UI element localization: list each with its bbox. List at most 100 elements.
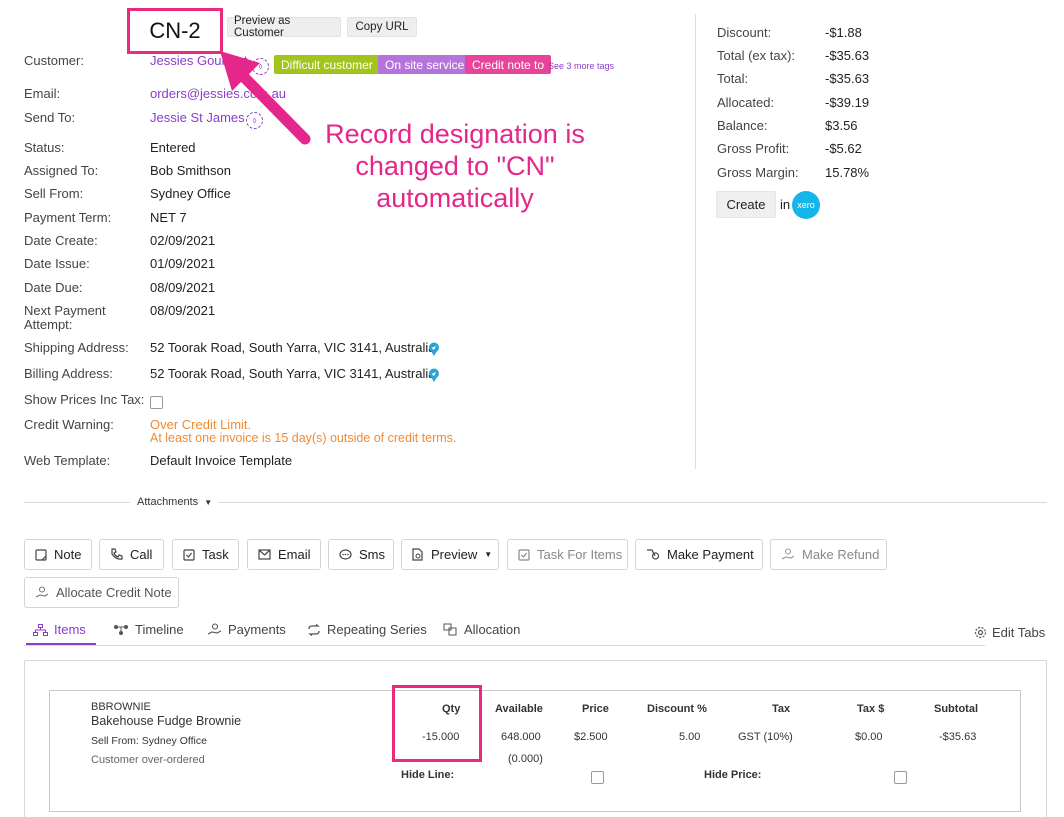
balance-label: Balance:	[717, 118, 768, 133]
tab-items-label: Items	[54, 622, 86, 637]
assigned-to-value[interactable]: Bob Smithson	[150, 164, 231, 178]
allocate-credit-note-label: Allocate Credit Note	[56, 585, 172, 600]
item-name-link[interactable]: Bakehouse Fudge Brownie	[91, 714, 241, 728]
total-ex-tax-label: Total (ex tax):	[717, 48, 796, 63]
task-for-items-button[interactable]: Task For Items	[507, 539, 628, 570]
call-button[interactable]: Call	[99, 539, 164, 570]
note-button[interactable]: Note	[24, 539, 92, 570]
email-label: Email:	[24, 86, 61, 101]
item-discount[interactable]: 5.00	[679, 731, 700, 743]
map-pin-icon[interactable]	[428, 368, 440, 382]
envelope-icon	[258, 549, 271, 560]
annotation-text: Record designation is changed to "CN" au…	[310, 118, 600, 214]
show-prices-label: Show Prices Inc Tax:	[24, 392, 145, 407]
make-refund-button[interactable]: Make Refund	[770, 539, 887, 570]
credit-warning-label: Credit Warning:	[24, 417, 114, 432]
create-in-xero-button[interactable]: Create	[716, 191, 776, 218]
item-available: 648.000	[501, 731, 541, 743]
allocated-value: -$39.19	[825, 95, 870, 110]
hide-price-checkbox[interactable]	[894, 771, 907, 784]
discount-label: Discount:	[717, 25, 772, 40]
note-label: Note	[54, 547, 82, 562]
hide-line-label: Hide Line:	[401, 769, 455, 781]
tab-repeating-series[interactable]: Repeating Series	[307, 622, 427, 637]
hide-price-label: Hide Price:	[704, 769, 762, 781]
gross-profit-label: Gross Profit:	[717, 141, 790, 156]
customer-label: Customer:	[24, 53, 84, 68]
copy-url-button[interactable]: Copy URL	[347, 17, 417, 37]
tab-timeline-label: Timeline	[135, 622, 184, 637]
show-prices-checkbox[interactable]	[150, 396, 163, 409]
xero-logo-icon[interactable]: xero	[792, 191, 820, 219]
email-button[interactable]: Email	[247, 539, 321, 570]
attachments-toggle[interactable]: Attachments ▼	[137, 496, 212, 508]
tab-timeline[interactable]: Timeline	[113, 622, 184, 637]
date-create-label: Date Create:	[24, 233, 98, 248]
billing-address-value[interactable]: 52 Toorak Road, South Yarra, VIC 3141, A…	[150, 367, 435, 381]
tab-allocation[interactable]: Allocation	[443, 622, 520, 637]
item-available-sub: (0.000)	[508, 753, 543, 765]
hand-coin-icon	[35, 586, 49, 598]
annotation-line2: changed to "CN"	[355, 151, 555, 181]
tag-credit-note[interactable]: Credit note to	[465, 55, 552, 74]
credit-warning-line2: At least one invoice is 15 day(s) outsid…	[150, 431, 457, 445]
task-button[interactable]: Task	[172, 539, 239, 570]
item-tax[interactable]: GST (10%)	[738, 731, 793, 743]
item-sell-from: Sell From: Sydney Office	[91, 735, 207, 747]
assigned-to-label: Assigned To:	[24, 163, 99, 178]
email-action-label: Email	[278, 547, 311, 562]
billing-address-label: Billing Address:	[24, 366, 113, 381]
payment-icon	[647, 549, 660, 560]
col-subtotal: Subtotal	[934, 703, 978, 715]
sms-button[interactable]: Sms	[328, 539, 394, 570]
phone-icon	[111, 548, 123, 560]
attachments-label: Attachments	[137, 496, 199, 508]
preview-as-customer-button[interactable]: Preview as Customer	[227, 15, 341, 39]
sms-label: Sms	[359, 547, 385, 562]
hierarchy-icon	[33, 623, 48, 636]
allocated-label: Allocated:	[717, 95, 775, 110]
allocate-credit-note-button[interactable]: Allocate Credit Note	[24, 577, 179, 608]
qty-highlight-box	[392, 685, 482, 762]
tabs-bottom-border	[24, 645, 985, 646]
document-search-icon	[412, 548, 423, 561]
web-template-value[interactable]: Default Invoice Template	[150, 454, 292, 468]
web-template-label: Web Template:	[24, 453, 111, 468]
attachments-divider-left	[24, 502, 130, 503]
make-payment-label: Make Payment	[667, 547, 754, 562]
shipping-address-value[interactable]: 52 Toorak Road, South Yarra, VIC 3141, A…	[150, 341, 435, 355]
annotation-line1: Record designation is	[325, 119, 585, 149]
status-value[interactable]: Entered	[150, 141, 196, 155]
hide-line-checkbox[interactable]	[591, 771, 604, 784]
annotation-line3: automatically	[376, 183, 534, 213]
edit-tabs-label: Edit Tabs	[992, 625, 1046, 640]
item-price[interactable]: $2.500	[574, 731, 608, 743]
payment-term-value[interactable]: NET 7	[150, 211, 187, 225]
edit-tabs-button[interactable]: Edit Tabs	[974, 625, 1045, 640]
preview-dropdown-button[interactable]: Preview ▼	[401, 539, 499, 570]
clipboard-check-icon	[183, 549, 195, 561]
note-icon	[35, 548, 47, 561]
vertical-divider	[695, 14, 696, 469]
col-discount: Discount %	[647, 703, 707, 715]
item-tax-amount: $0.00	[855, 731, 883, 743]
timeline-icon	[114, 624, 128, 635]
date-due-value[interactable]: 08/09/2021	[150, 281, 215, 295]
date-create-value[interactable]: 02/09/2021	[150, 234, 215, 248]
date-issue-value[interactable]: 01/09/2021	[150, 257, 215, 271]
next-payment-label-line2: Attempt:	[24, 317, 73, 332]
tab-items[interactable]: Items	[33, 622, 86, 637]
make-payment-button[interactable]: Make Payment	[635, 539, 763, 570]
tag-on-site-service[interactable]: On site service	[378, 55, 472, 74]
sell-from-label: Sell From:	[24, 186, 84, 201]
date-due-label: Date Due:	[24, 280, 83, 295]
see-more-tags-link[interactable]: See 3 more tags	[548, 59, 614, 73]
item-sell-from-value: Sydney Office	[141, 735, 207, 747]
sell-from-value[interactable]: Sydney Office	[150, 187, 231, 201]
item-sku: BBROWNIE	[91, 701, 151, 713]
map-pin-icon[interactable]	[428, 342, 440, 356]
tab-payments[interactable]: Payments	[207, 622, 286, 637]
next-payment-label-line1: Next Payment	[24, 303, 106, 318]
make-refund-label: Make Refund	[802, 547, 880, 562]
next-payment-value[interactable]: 08/09/2021	[150, 304, 215, 318]
